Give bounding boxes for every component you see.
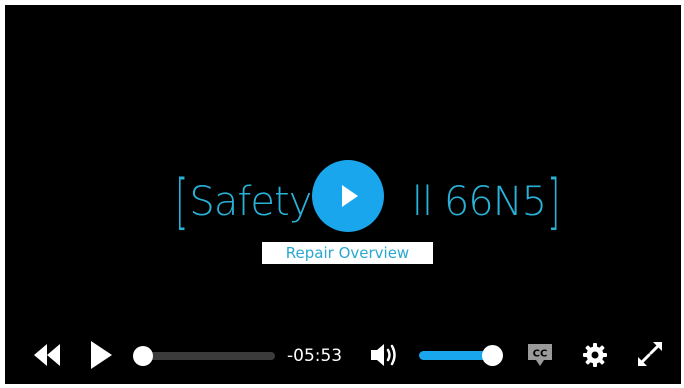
- video-subtitle: Repair Overview: [262, 242, 433, 264]
- video-player[interactable]: [ Safety Rll 66N5 ] Repair Overview -05:…: [5, 5, 681, 384]
- mute-button[interactable]: [369, 342, 401, 368]
- svg-text:CC: CC: [533, 349, 548, 360]
- rewind-icon: [34, 344, 60, 366]
- gear-icon: [583, 343, 607, 367]
- play-icon: [91, 341, 112, 369]
- play-button[interactable]: [87, 339, 115, 371]
- volume-icon: [371, 344, 396, 366]
- volume-handle[interactable]: [482, 345, 503, 366]
- progress-bar[interactable]: [140, 352, 275, 360]
- control-bar: -05:53 CC: [5, 325, 681, 375]
- rewind-button[interactable]: [31, 341, 63, 369]
- fullscreen-button[interactable]: [635, 339, 665, 369]
- big-play-button[interactable]: [312, 160, 384, 232]
- big-play-icon: [342, 185, 358, 207]
- cc-icon: CC: [528, 344, 552, 366]
- title-left-bracket: [: [175, 167, 189, 237]
- time-remaining: -05:53: [287, 346, 343, 366]
- fullscreen-icon: [638, 342, 662, 366]
- progress-handle[interactable]: [133, 346, 153, 366]
- captions-button[interactable]: CC: [525, 341, 555, 369]
- settings-button[interactable]: [581, 341, 609, 369]
- title-right-bracket: ]: [547, 167, 561, 237]
